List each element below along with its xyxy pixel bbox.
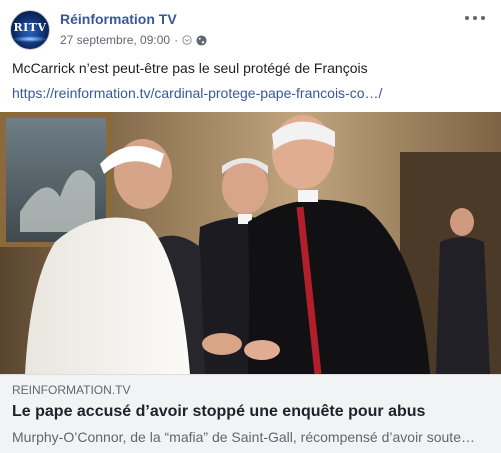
page-avatar[interactable]: RITV: [10, 10, 50, 50]
avatar-logo-text: RITV: [13, 21, 47, 34]
post-message: McCarrick n’est peut-être pas le seul pr…: [12, 60, 368, 76]
link-preview-photo[interactable]: [0, 112, 501, 374]
link-title[interactable]: Le pape accusé d’avoir stoppé une enquêt…: [12, 403, 425, 421]
globe-icon[interactable]: [196, 34, 207, 46]
chevron-down-icon[interactable]: [182, 35, 192, 45]
post-meta: 27 septembre, 09:00 ·: [60, 33, 207, 47]
page-name[interactable]: Réinformation TV: [60, 11, 177, 27]
facebook-post: RITV Réinformation TV 27 septembre, 09:0…: [0, 0, 501, 453]
post-header: RITV Réinformation TV 27 septembre, 09:0…: [10, 8, 491, 54]
post-link-url[interactable]: https://reinformation.tv/cardinal-proteg…: [12, 85, 382, 101]
more-options-icon[interactable]: [465, 11, 485, 25]
avatar-earth-glow: [14, 36, 46, 42]
meta-separator: ·: [174, 33, 179, 47]
link-description: Murphy-O’Connor, de la “mafia” de Saint-…: [12, 429, 475, 445]
link-domain: REINFORMATION.TV: [12, 383, 131, 397]
post-timestamp[interactable]: 27 septembre, 09:00: [60, 33, 170, 47]
link-preview-info[interactable]: REINFORMATION.TV Le pape accusé d’avoir …: [0, 374, 501, 453]
